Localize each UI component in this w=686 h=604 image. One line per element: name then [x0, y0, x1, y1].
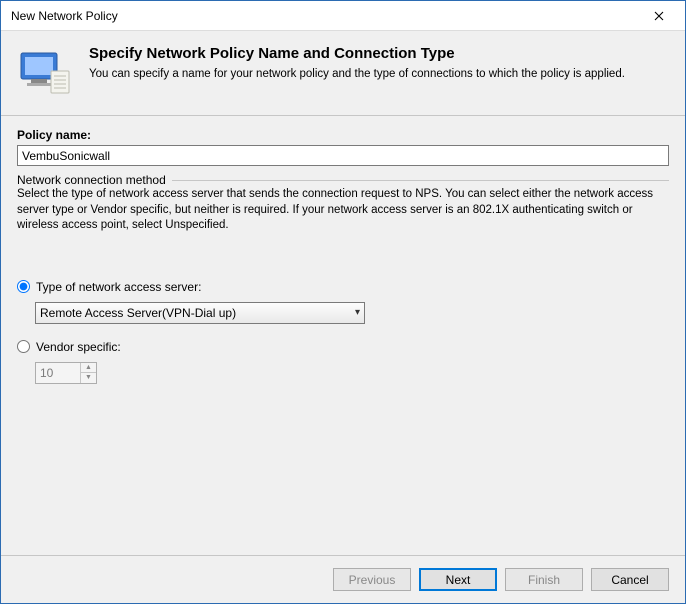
dialog-window: New Network Policy Specify Network Polic…: [0, 0, 686, 604]
server-type-select[interactable]: Remote Access Server(VPN-Dial up) ▾: [35, 302, 365, 324]
header-title: Specify Network Policy Name and Connecti…: [89, 45, 625, 62]
vendor-radio-row: Vendor specific:: [17, 340, 669, 354]
close-button[interactable]: [639, 2, 679, 30]
titlebar: New Network Policy: [1, 1, 685, 31]
policy-name-label: Policy name:: [17, 128, 669, 142]
button-footer: Previous Next Finish Cancel: [1, 555, 685, 603]
type-radio-row: Type of network access server:: [17, 280, 669, 294]
content-area: Policy name: Network connection method S…: [1, 118, 685, 555]
type-of-server-label: Type of network access server:: [36, 280, 201, 294]
header-separator: [1, 115, 685, 116]
spinner-down-icon: ▼: [81, 373, 96, 383]
close-icon: [654, 11, 664, 21]
vendor-id-spinner: 10 ▲ ▼: [35, 362, 97, 384]
chevron-down-icon: ▾: [355, 307, 360, 318]
policy-name-input[interactable]: [17, 145, 669, 166]
vendor-id-value: 10: [36, 363, 80, 383]
vendor-specific-radio[interactable]: [17, 340, 30, 353]
header-description: You can specify a name for your network …: [89, 68, 625, 80]
next-button[interactable]: Next: [419, 568, 497, 591]
header: Specify Network Policy Name and Connecti…: [1, 31, 685, 115]
previous-button[interactable]: Previous: [333, 568, 411, 591]
spinner-up-icon: ▲: [81, 363, 96, 374]
vendor-specific-label: Vendor specific:: [36, 340, 121, 354]
group-help-text: Select the type of network access server…: [17, 187, 669, 234]
header-text: Specify Network Policy Name and Connecti…: [89, 45, 625, 80]
spinner-arrows: ▲ ▼: [80, 363, 96, 383]
window-title: New Network Policy: [11, 9, 639, 23]
group-title: Network connection method: [17, 173, 172, 187]
policy-monitor-icon: [17, 45, 71, 99]
finish-button[interactable]: Finish: [505, 568, 583, 591]
server-type-selected-value: Remote Access Server(VPN-Dial up): [40, 306, 236, 320]
type-of-server-radio[interactable]: [17, 280, 30, 293]
cancel-button[interactable]: Cancel: [591, 568, 669, 591]
connection-method-group: Network connection method Select the typ…: [17, 180, 669, 384]
